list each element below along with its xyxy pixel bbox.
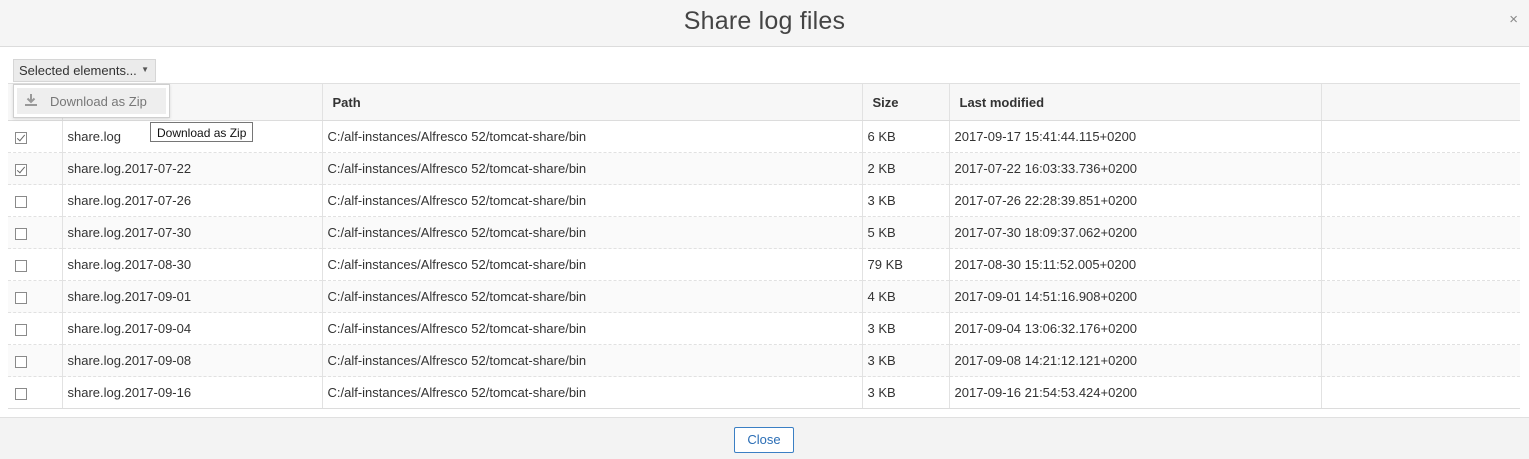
path-cell: C:/alf-instances/Alfresco 52/tomcat-shar…: [321, 216, 862, 249]
table-row[interactable]: share.log.2017-07-26 C:/alf-instances/Alf…: [8, 184, 1520, 217]
select-cell: [8, 184, 62, 217]
download-as-zip-menu-item[interactable]: Download as Zip: [17, 88, 166, 114]
download-icon: [25, 94, 37, 106]
select-cell: [8, 152, 62, 185]
file-name-cell: share.log.2017-07-26: [61, 184, 322, 217]
last-modified-cell: 2017-09-17 15:41:44.115+0200: [948, 120, 1321, 153]
path-cell: C:/alf-instances/Alfresco 52/tomcat-shar…: [321, 312, 862, 345]
row-checkbox[interactable]: [15, 323, 27, 336]
size-cell: 3 KB: [861, 312, 949, 345]
extra-cell: [1320, 312, 1520, 345]
last-modified-cell: 2017-09-04 13:06:32.176+0200: [948, 312, 1321, 345]
file-name-cell: share.log.2017-09-16: [61, 376, 322, 409]
tooltip: Download as Zip: [150, 122, 254, 142]
extra-cell: [1320, 120, 1520, 153]
actions-menu: Download as Zip: [13, 84, 170, 118]
share-log-dialog: Share log files × Selected elements... ▼…: [0, 0, 1529, 459]
close-icon[interactable]: ×: [1509, 12, 1518, 28]
row-checkbox[interactable]: [15, 259, 27, 272]
select-cell: [8, 280, 62, 313]
row-checkbox[interactable]: [15, 227, 27, 240]
dialog-header: Share log files ×: [0, 0, 1529, 47]
file-name-cell: share.log.2017-07-30: [61, 216, 322, 249]
path-cell: C:/alf-instances/Alfresco 52/tomcat-shar…: [321, 248, 862, 281]
size-cell: 3 KB: [861, 344, 949, 377]
file-name-cell: share.log.2017-08-30: [61, 248, 322, 281]
extra-cell: [1320, 152, 1520, 185]
file-name-cell: share.log.2017-09-01: [61, 280, 322, 313]
size-cell: 3 KB: [861, 184, 949, 217]
extra-cell: [1320, 280, 1520, 313]
last-modified-cell: 2017-09-01 14:51:16.908+0200: [948, 280, 1321, 313]
table-row[interactable]: share.log.2017-09-04 C:/alf-instances/Alf…: [8, 312, 1520, 345]
select-cell: [8, 248, 62, 281]
extra-cell: [1320, 248, 1520, 281]
row-checkbox[interactable]: [15, 387, 27, 400]
last-modified-cell: 2017-08-30 15:11:52.005+0200: [948, 248, 1321, 281]
download-as-zip-label: Download as Zip: [50, 94, 147, 109]
table-row[interactable]: share.log.2017-07-30 C:/alf-instances/Alf…: [8, 216, 1520, 249]
extra-cell: [1320, 376, 1520, 409]
last-modified-cell: 2017-07-22 16:03:33.736+0200: [948, 152, 1321, 185]
size-cell: 79 KB: [861, 248, 949, 281]
dialog-title: Share log files: [683, 7, 846, 35]
path-cell: C:/alf-instances/Alfresco 52/tomcat-shar…: [321, 280, 862, 313]
size-cell: 5 KB: [861, 216, 949, 249]
table-row[interactable]: share.log.2017-09-01 C:/alf-instances/Alf…: [8, 280, 1520, 313]
size-cell: 6 KB: [861, 120, 949, 153]
extra-cell: [1320, 344, 1520, 377]
file-name-cell: share.log.2017-09-08: [61, 344, 322, 377]
last-modified-cell: 2017-07-26 22:28:39.851+0200: [948, 184, 1321, 217]
size-cell: 2 KB: [861, 152, 949, 185]
column-header-last-modified[interactable]: Last modified: [948, 83, 1321, 121]
table-row[interactable]: share.log.2017-08-30 C:/alf-instances/Alf…: [8, 248, 1520, 281]
selected-elements-dropdown[interactable]: Selected elements... ▼: [13, 59, 156, 82]
last-modified-cell: 2017-07-30 18:09:37.062+0200: [948, 216, 1321, 249]
row-checkbox[interactable]: [15, 195, 27, 208]
extra-cell: [1320, 184, 1520, 217]
file-name-cell: share.log.2017-07-22: [61, 152, 322, 185]
row-checkbox[interactable]: [15, 163, 27, 176]
chevron-down-icon: ▼: [141, 65, 149, 74]
file-name-cell: share.log.2017-09-04: [61, 312, 322, 345]
path-cell: C:/alf-instances/Alfresco 52/tomcat-shar…: [321, 376, 862, 409]
select-cell: [8, 312, 62, 345]
dialog-footer: Close: [0, 417, 1529, 459]
path-cell: C:/alf-instances/Alfresco 52/tomcat-shar…: [321, 120, 862, 153]
table-row[interactable]: share.log.2017-09-08 C:/alf-instances/Alf…: [8, 344, 1520, 377]
last-modified-cell: 2017-09-08 14:21:12.121+0200: [948, 344, 1321, 377]
column-header-path[interactable]: Path: [321, 83, 862, 121]
path-cell: C:/alf-instances/Alfresco 52/tomcat-shar…: [321, 152, 862, 185]
path-cell: C:/alf-instances/Alfresco 52/tomcat-shar…: [321, 184, 862, 217]
select-cell: [8, 120, 62, 153]
path-cell: C:/alf-instances/Alfresco 52/tomcat-shar…: [321, 344, 862, 377]
size-cell: 4 KB: [861, 280, 949, 313]
close-button[interactable]: Close: [734, 427, 794, 453]
table-row[interactable]: share.log.2017-07-22 C:/alf-instances/Alf…: [8, 152, 1520, 185]
row-checkbox[interactable]: [15, 355, 27, 368]
selected-elements-label: Selected elements...: [19, 63, 137, 78]
last-modified-cell: 2017-09-16 21:54:53.424+0200: [948, 376, 1321, 409]
table-row[interactable]: share.log.2017-09-16 C:/alf-instances/Alf…: [8, 376, 1520, 409]
row-checkbox[interactable]: [15, 291, 27, 304]
column-header-extra: [1320, 83, 1520, 121]
row-checkbox[interactable]: [15, 131, 27, 144]
table-header-row: Path Size Last modified: [8, 83, 1520, 121]
select-cell: [8, 344, 62, 377]
extra-cell: [1320, 216, 1520, 249]
column-header-size[interactable]: Size: [861, 83, 949, 121]
select-cell: [8, 216, 62, 249]
select-cell: [8, 376, 62, 409]
size-cell: 3 KB: [861, 376, 949, 409]
